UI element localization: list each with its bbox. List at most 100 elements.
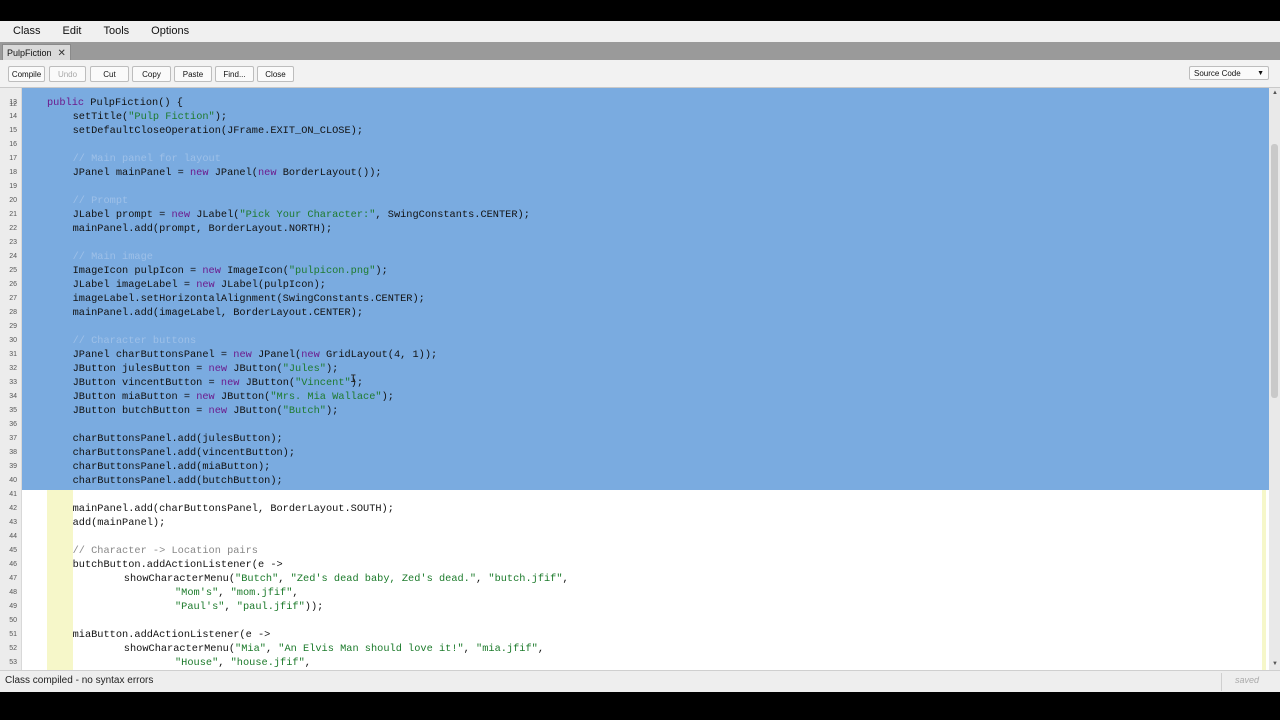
code-text: JButton butchButton = new JButton("Butch…: [72, 405, 339, 417]
code-text: // Character -> Location pairs: [72, 545, 258, 557]
line-number: 34: [9, 393, 17, 400]
line-number: 44: [9, 533, 17, 540]
code-line: 19: [0, 180, 1260, 194]
menu-options[interactable]: Options: [138, 21, 198, 42]
line-number: 16: [9, 141, 17, 148]
line-number: 18: [9, 169, 17, 176]
code-line: 20 // Prompt: [0, 194, 1260, 208]
saved-indicator: saved: [1235, 675, 1260, 685]
code-text: JPanel charButtonsPanel = new JPanel(new…: [72, 349, 438, 361]
menu-class[interactable]: Class: [0, 21, 50, 42]
text-cursor-icon: I: [350, 374, 357, 386]
code-line: 44: [0, 530, 1260, 544]
code-line: 47 showCharacterMenu("Butch", "Zed's dead…: [0, 572, 1260, 586]
code-text: // Main image: [72, 251, 153, 263]
line-number: 42: [9, 505, 17, 512]
line-number: 24: [9, 253, 17, 260]
code-line: 52 showCharacterMenu("Mia", "An Elvis Man…: [0, 642, 1260, 656]
code-line: 13 public PulpFiction() {: [0, 96, 1260, 110]
close-button[interactable]: Close: [257, 66, 294, 82]
code-line: 30 // Character buttons: [0, 334, 1260, 348]
code-text: setDefaultCloseOperation(JFrame.EXIT_ON_…: [72, 125, 364, 137]
compile-button[interactable]: Compile: [8, 66, 45, 82]
chevron-down-icon: ▼: [1257, 70, 1264, 77]
code-editor[interactable]: 12 13 public PulpFiction() {14 setTitle("P…: [0, 88, 1280, 670]
code-text: setTitle("Pulp Fiction");: [72, 111, 228, 123]
code-text: miaButton.addActionListener(e ->: [72, 629, 271, 641]
scrollbar-thumb[interactable]: [1271, 144, 1278, 398]
line-number: 50: [9, 617, 17, 624]
code-text: JButton miaButton = new JButton("Mrs. Mi…: [72, 391, 394, 403]
code-line: 32 JButton julesButton = new JButton("Jul…: [0, 362, 1260, 376]
line-number: 45: [9, 547, 17, 554]
line-number: 36: [9, 421, 17, 428]
code-text: JPanel mainPanel = new JPanel(new Border…: [72, 167, 382, 179]
code-line: 24 // Main image: [0, 250, 1260, 264]
line-number: 30: [9, 337, 17, 344]
cut-button[interactable]: Cut: [90, 66, 129, 82]
code-text: add(mainPanel);: [72, 517, 166, 529]
view-select-value: Source Code: [1194, 68, 1241, 78]
code-line: 16: [0, 138, 1260, 152]
line-number: 26: [9, 281, 17, 288]
code-line: 53 "House", "house.jfif",: [0, 656, 1260, 670]
code-line: 36: [0, 418, 1260, 432]
code-line: 23: [0, 236, 1260, 250]
line-number: 27: [9, 295, 17, 302]
code-line: 34 JButton miaButton = new JButton("Mrs. …: [0, 390, 1260, 404]
menu-tools[interactable]: Tools: [90, 21, 138, 42]
code-text: showCharacterMenu("Butch", "Zed's dead b…: [123, 573, 569, 585]
code-line: 43 add(mainPanel);: [0, 516, 1260, 530]
scope-highlight-edge: [1262, 490, 1266, 670]
tab-close-icon[interactable]: ✕: [58, 48, 66, 59]
menu-bar: Class Edit Tools Options: [0, 21, 1280, 42]
code-line: 26 JLabel imageLabel = new JLabel(pulpIco…: [0, 278, 1260, 292]
status-divider: [1221, 673, 1222, 691]
code-text: JLabel prompt = new JLabel("Pick Your Ch…: [72, 209, 530, 221]
code-line: 49 "Paul's", "paul.jfif"));: [0, 600, 1260, 614]
copy-button[interactable]: Copy: [132, 66, 171, 82]
line-number: 22: [9, 225, 17, 232]
line-number: 19: [9, 183, 17, 190]
code-text: charButtonsPanel.add(julesButton);: [72, 433, 283, 445]
line-number: 20: [9, 197, 17, 204]
scroll-up-icon[interactable]: ▲: [1272, 90, 1278, 96]
line-number: 51: [9, 631, 17, 638]
line-number: 13: [9, 99, 17, 106]
code-text: "Paul's", "paul.jfif"));: [175, 601, 324, 613]
code-line: 40 charButtonsPanel.add(butchButton);: [0, 474, 1260, 488]
line-number: 17: [9, 155, 17, 162]
status-bar: Class compiled - no syntax errors saved: [0, 670, 1280, 693]
line-number: 23: [9, 239, 17, 246]
code-text: charButtonsPanel.add(vincentButton);: [72, 447, 296, 459]
code-text: // Main panel for layout: [72, 153, 221, 165]
code-line: 35 JButton butchButton = new JButton("But…: [0, 404, 1260, 418]
view-select[interactable]: Source Code ▼: [1189, 66, 1269, 80]
code-line: 27 imageLabel.setHorizontalAlignment(Swin…: [0, 292, 1260, 306]
code-line: 33 JButton vincentButton = new JButton("V…: [0, 376, 1260, 390]
undo-button[interactable]: Undo: [49, 66, 86, 82]
tab-pulpfiction[interactable]: PulpFiction ✕: [2, 44, 71, 61]
line-number: 46: [9, 561, 17, 568]
code-text: "House", "house.jfif",: [175, 657, 311, 669]
code-text: mainPanel.add(prompt, BorderLayout.NORTH…: [72, 223, 333, 235]
code-line: 18 JPanel mainPanel = new JPanel(new Bord…: [0, 166, 1260, 180]
line-number: 35: [9, 407, 17, 414]
code-line: 17 // Main panel for layout: [0, 152, 1260, 166]
code-text: imageLabel.setHorizontalAlignment(SwingC…: [72, 293, 425, 305]
scroll-down-icon[interactable]: ▼: [1272, 661, 1278, 667]
code-text: charButtonsPanel.add(butchButton);: [72, 475, 283, 487]
code-line: 42 mainPanel.add(charButtonsPanel, Border…: [0, 502, 1260, 516]
line-number: 39: [9, 463, 17, 470]
line-number: 41: [9, 491, 17, 498]
code-line: 25 ImageIcon pulpIcon = new ImageIcon("pu…: [0, 264, 1260, 278]
screen-top-border: [0, 0, 1280, 21]
line-number: 29: [9, 323, 17, 330]
tab-bar: PulpFiction ✕: [0, 42, 1280, 61]
code-text: ImageIcon pulpIcon = new ImageIcon("pulp…: [72, 265, 388, 277]
paste-button[interactable]: Paste: [174, 66, 212, 82]
menu-edit[interactable]: Edit: [50, 21, 91, 42]
find-button[interactable]: Find...: [215, 66, 254, 82]
line-number: 21: [9, 211, 17, 218]
code-line: 45 // Character -> Location pairs: [0, 544, 1260, 558]
